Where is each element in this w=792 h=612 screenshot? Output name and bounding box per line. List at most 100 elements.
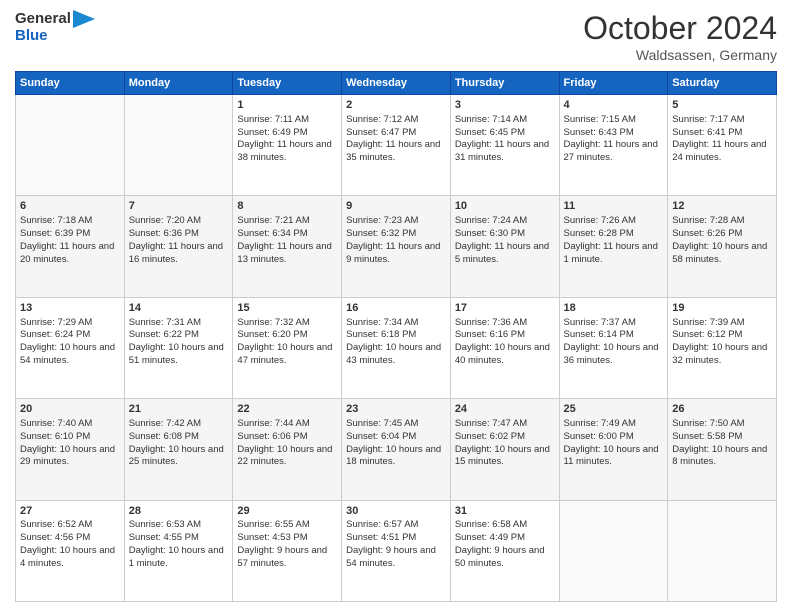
day-info: Sunrise: 7:37 AM (564, 317, 664, 330)
day-info: Sunrise: 7:34 AM (346, 317, 446, 330)
day-info: Daylight: 11 hours and 1 minute. (564, 241, 664, 267)
calendar-cell: 30Sunrise: 6:57 AMSunset: 4:51 PMDayligh… (342, 500, 451, 601)
day-number: 29 (237, 504, 337, 519)
calendar-cell: 7Sunrise: 7:20 AMSunset: 6:36 PMDaylight… (124, 196, 233, 297)
calendar-cell: 12Sunrise: 7:28 AMSunset: 6:26 PMDayligh… (668, 196, 777, 297)
day-info: Sunset: 6:06 PM (237, 431, 337, 444)
day-info: Sunrise: 7:29 AM (20, 317, 120, 330)
title-section: October 2024 Waldsassen, Germany (583, 10, 777, 63)
day-info: Sunset: 6:36 PM (129, 228, 229, 241)
calendar-cell: 23Sunrise: 7:45 AMSunset: 6:04 PMDayligh… (342, 399, 451, 500)
day-info: Daylight: 11 hours and 27 minutes. (564, 139, 664, 165)
day-number: 20 (20, 402, 120, 417)
day-number: 4 (564, 98, 664, 113)
day-info: Daylight: 9 hours and 50 minutes. (455, 545, 555, 571)
day-number: 2 (346, 98, 446, 113)
calendar-cell: 13Sunrise: 7:29 AMSunset: 6:24 PMDayligh… (16, 297, 125, 398)
day-info: Daylight: 10 hours and 18 minutes. (346, 444, 446, 470)
day-info: Daylight: 10 hours and 8 minutes. (672, 444, 772, 470)
day-info: Sunset: 6:47 PM (346, 127, 446, 140)
calendar-cell: 28Sunrise: 6:53 AMSunset: 4:55 PMDayligh… (124, 500, 233, 601)
calendar-cell: 1Sunrise: 7:11 AMSunset: 6:49 PMDaylight… (233, 95, 342, 196)
calendar-cell: 10Sunrise: 7:24 AMSunset: 6:30 PMDayligh… (450, 196, 559, 297)
day-info: Sunrise: 7:24 AM (455, 215, 555, 228)
calendar-cell: 22Sunrise: 7:44 AMSunset: 6:06 PMDayligh… (233, 399, 342, 500)
day-number: 1 (237, 98, 337, 113)
calendar-cell: 9Sunrise: 7:23 AMSunset: 6:32 PMDaylight… (342, 196, 451, 297)
day-info: Sunrise: 6:58 AM (455, 519, 555, 532)
day-info: Daylight: 11 hours and 24 minutes. (672, 139, 772, 165)
calendar-cell: 19Sunrise: 7:39 AMSunset: 6:12 PMDayligh… (668, 297, 777, 398)
day-info: Daylight: 10 hours and 11 minutes. (564, 444, 664, 470)
calendar-cell (16, 95, 125, 196)
day-info: Sunset: 6:30 PM (455, 228, 555, 241)
day-info: Sunset: 6:18 PM (346, 329, 446, 342)
calendar-cell: 24Sunrise: 7:47 AMSunset: 6:02 PMDayligh… (450, 399, 559, 500)
calendar-cell (668, 500, 777, 601)
calendar: Sunday Monday Tuesday Wednesday Thursday… (15, 71, 777, 602)
calendar-cell: 2Sunrise: 7:12 AMSunset: 6:47 PMDaylight… (342, 95, 451, 196)
day-number: 28 (129, 504, 229, 519)
day-number: 14 (129, 301, 229, 316)
day-info: Daylight: 10 hours and 1 minute. (129, 545, 229, 571)
day-info: Daylight: 9 hours and 54 minutes. (346, 545, 446, 571)
day-info: Sunrise: 7:18 AM (20, 215, 120, 228)
location-title: Waldsassen, Germany (583, 47, 777, 63)
day-info: Sunset: 6:24 PM (20, 329, 120, 342)
day-info: Sunrise: 7:21 AM (237, 215, 337, 228)
day-number: 21 (129, 402, 229, 417)
calendar-cell: 18Sunrise: 7:37 AMSunset: 6:14 PMDayligh… (559, 297, 668, 398)
week-row-2: 6Sunrise: 7:18 AMSunset: 6:39 PM Daylight… (16, 196, 777, 297)
day-number: 3 (455, 98, 555, 113)
day-info: Daylight: 11 hours and 5 minutes. (455, 241, 555, 267)
day-info: Sunrise: 7:36 AM (455, 317, 555, 330)
logo: General Blue (15, 10, 95, 45)
day-info: Sunrise: 7:14 AM (455, 114, 555, 127)
day-info: Sunset: 6:04 PM (346, 431, 446, 444)
day-info: Sunset: 4:51 PM (346, 532, 446, 545)
day-number: 13 (20, 301, 120, 316)
day-info: Sunrise: 7:12 AM (346, 114, 446, 127)
day-info: Daylight: 10 hours and 22 minutes. (237, 444, 337, 470)
day-info: Sunset: 6:45 PM (455, 127, 555, 140)
calendar-cell: 6Sunrise: 7:18 AMSunset: 6:39 PMDaylight… (16, 196, 125, 297)
day-number: 31 (455, 504, 555, 519)
day-number: 15 (237, 301, 337, 316)
day-info: Sunrise: 7:47 AM (455, 418, 555, 431)
calendar-cell: 31Sunrise: 6:58 AMSunset: 4:49 PMDayligh… (450, 500, 559, 601)
day-number: 30 (346, 504, 446, 519)
day-info: Daylight: 10 hours and 40 minutes. (455, 342, 555, 368)
day-info: Daylight: 10 hours and 51 minutes. (129, 342, 229, 368)
day-info: Daylight: 10 hours and 29 minutes. (20, 444, 120, 470)
calendar-cell: 3Sunrise: 7:14 AMSunset: 6:45 PMDaylight… (450, 95, 559, 196)
day-info: Sunset: 6:26 PM (672, 228, 772, 241)
day-info: Sunset: 6:12 PM (672, 329, 772, 342)
day-number: 6 (20, 199, 120, 214)
day-info: Sunrise: 7:17 AM (672, 114, 772, 127)
day-number: 10 (455, 199, 555, 214)
day-number: 18 (564, 301, 664, 316)
day-info: Sunrise: 7:40 AM (20, 418, 120, 431)
calendar-cell: 11Sunrise: 7:26 AMSunset: 6:28 PMDayligh… (559, 196, 668, 297)
day-number: 24 (455, 402, 555, 417)
day-info: Sunset: 6:39 PM (20, 228, 120, 241)
calendar-cell: 5Sunrise: 7:17 AMSunset: 6:41 PMDaylight… (668, 95, 777, 196)
col-sunday: Sunday (16, 72, 125, 95)
day-info: Sunset: 4:55 PM (129, 532, 229, 545)
day-number: 26 (672, 402, 772, 417)
col-friday: Friday (559, 72, 668, 95)
logo-arrow-icon (73, 10, 95, 28)
day-info: Daylight: 11 hours and 16 minutes. (129, 241, 229, 267)
day-info: Sunset: 6:00 PM (564, 431, 664, 444)
day-info: Sunset: 4:56 PM (20, 532, 120, 545)
day-info: Daylight: 11 hours and 38 minutes. (237, 139, 337, 165)
day-info: Sunset: 6:41 PM (672, 127, 772, 140)
day-info: Sunset: 6:22 PM (129, 329, 229, 342)
day-number: 23 (346, 402, 446, 417)
day-number: 17 (455, 301, 555, 316)
day-info: Daylight: 10 hours and 43 minutes. (346, 342, 446, 368)
day-info: Sunrise: 7:42 AM (129, 418, 229, 431)
day-info: Daylight: 10 hours and 54 minutes. (20, 342, 120, 368)
day-info: Daylight: 10 hours and 32 minutes. (672, 342, 772, 368)
day-info: Daylight: 11 hours and 9 minutes. (346, 241, 446, 267)
